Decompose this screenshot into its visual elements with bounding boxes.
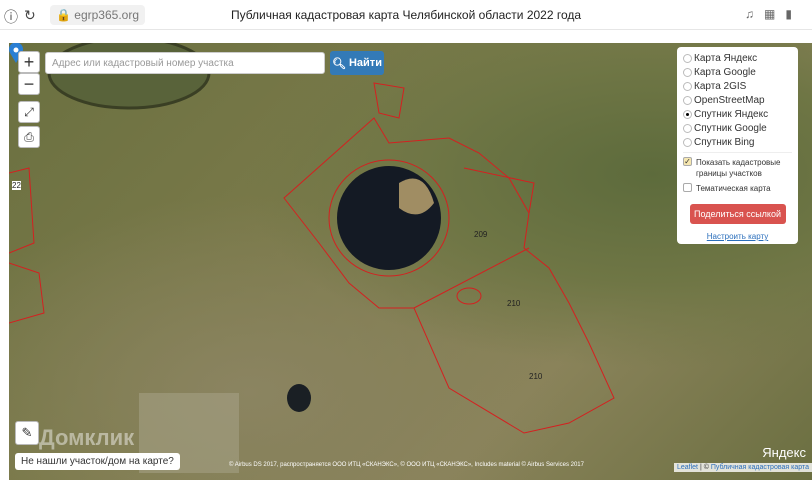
layer-option[interactable]: Карта Яндекс [683, 51, 792, 65]
domclick-watermark: Домклик [39, 425, 135, 450]
layer-label: OpenStreetMap [694, 94, 765, 106]
pkk-link[interactable]: Публичная кадастровая карта [711, 464, 809, 471]
zoom-in-button[interactable]: + [18, 51, 40, 73]
print-icon[interactable]: ⎙ [18, 126, 40, 148]
radio-icon[interactable] [683, 137, 692, 147]
search-icon: 🔍︎ [332, 57, 346, 70]
reader-icon[interactable]: ▦ [764, 7, 785, 21]
leaflet-link[interactable]: Leaflet [677, 464, 698, 471]
layer-label: Спутник Google [694, 122, 767, 134]
share-link-button[interactable]: Поделиться ссылкой [689, 204, 786, 224]
layer-option[interactable]: Карта Google [683, 65, 792, 79]
layer-option[interactable]: OpenStreetMap [683, 93, 792, 107]
radio-icon[interactable] [683, 53, 692, 63]
zoom-out-button[interactable]: − [18, 73, 40, 95]
parcel-label[interactable]: 22 [12, 181, 21, 190]
layer-label: Спутник Bing [694, 136, 755, 148]
layer-option[interactable]: Спутник Яндекс [683, 107, 792, 121]
checkbox-icon[interactable] [683, 183, 692, 192]
page-title: Публичная кадастровая карта Челябинской … [230, 8, 582, 22]
toolbar-icons: ♫▦▮ [745, 7, 802, 21]
cadastral-checkbox-row[interactable]: ✓ Показать кадастровые границы участков [683, 157, 792, 179]
not-found-button[interactable]: Не нашли участок/дом на карте? [15, 453, 180, 470]
parcel-label[interactable]: 209 [474, 230, 487, 239]
parcel-label[interactable]: 210 [529, 372, 542, 381]
radio-icon[interactable] [683, 109, 692, 119]
separator: | © [698, 464, 711, 471]
radio-icon[interactable] [683, 81, 692, 91]
layer-label: Карта Google [694, 66, 756, 78]
headphones-icon[interactable]: ♫ [745, 7, 764, 21]
browser-toolbar: ⓘ ↻ 🔒 egrp365.org Публичная кадастровая … [0, 0, 812, 30]
cadastral-label: Показать кадастровые границы участков [696, 158, 781, 178]
layer-label: Спутник Яндекс [694, 108, 769, 120]
checkbox-checked-icon[interactable]: ✓ [683, 157, 692, 166]
layer-label: Карта Яндекс [694, 52, 758, 64]
parcel-label[interactable]: 210 [507, 299, 520, 308]
search-input[interactable] [45, 52, 325, 74]
fullscreen-icon[interactable]: ⤢ [18, 101, 40, 123]
layer-label: Карта 2GIS [694, 80, 747, 92]
search-button-label: Найти [348, 57, 382, 69]
thematic-label: Тематическая карта [696, 184, 771, 193]
ruler-icon[interactable]: ✎ [15, 421, 39, 445]
radio-icon[interactable] [683, 123, 692, 133]
radio-icon[interactable] [683, 95, 692, 105]
map[interactable]: 209 210 210 22 + − ⤢ ⎙ 🔍︎Найти Карта Янд… [9, 43, 812, 480]
layer-option[interactable]: Спутник Google [683, 121, 792, 135]
bookmark-icon[interactable]: ▮ [785, 7, 802, 21]
layer-option[interactable]: Спутник Bing [683, 135, 792, 149]
thematic-checkbox-row[interactable]: Тематическая карта [683, 183, 792, 194]
radio-icon[interactable] [683, 67, 692, 77]
parcel-209-boundary [283, 117, 615, 434]
lake [337, 166, 441, 270]
setup-map-link[interactable]: Настроить карту [683, 232, 792, 241]
attribution-text: © Airbus DS 2017, распространяется ООО И… [229, 462, 584, 468]
search-button[interactable]: 🔍︎ Найти [330, 51, 384, 75]
layer-panel: Карта Яндекс Карта Google Карта 2GIS Ope… [677, 47, 798, 244]
layer-option[interactable]: Карта 2GIS [683, 79, 792, 93]
yandex-logo: Яндекс [762, 445, 806, 460]
attribution-links: Leaflet | © Публичная кадастровая карта [673, 463, 812, 472]
